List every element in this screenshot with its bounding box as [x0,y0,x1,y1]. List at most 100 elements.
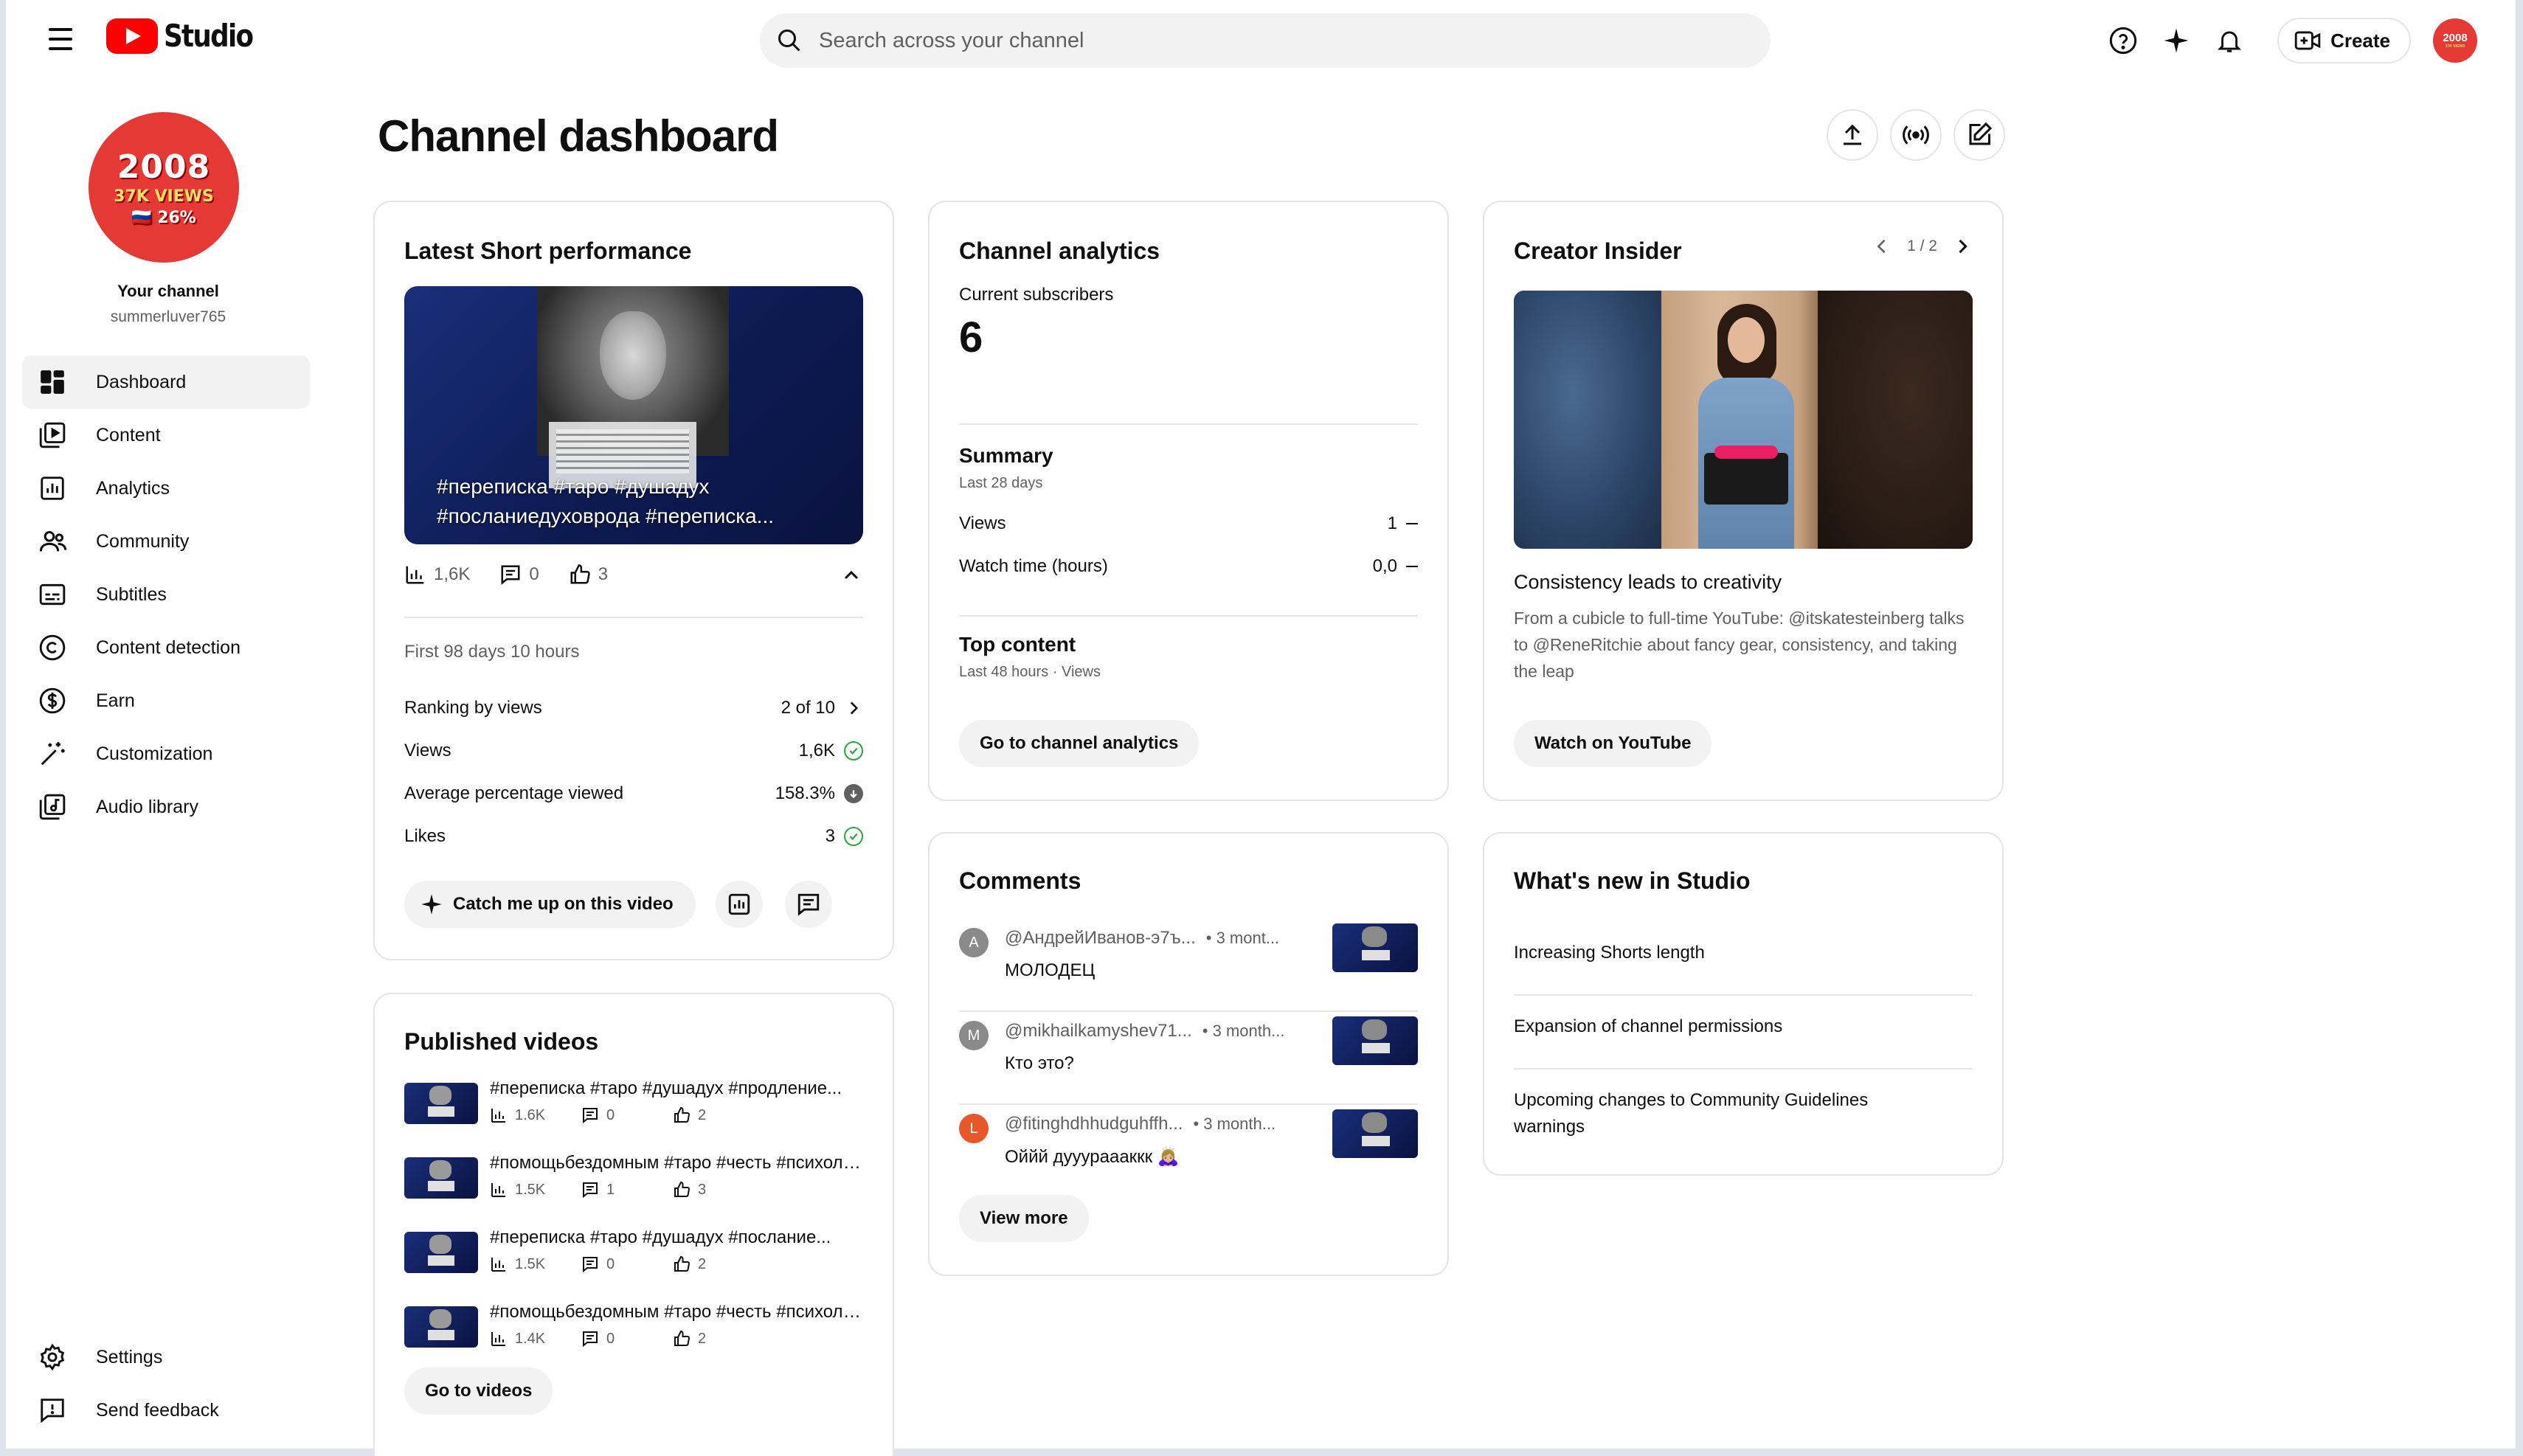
creator-insider-thumbnail[interactable] [1514,291,1973,549]
person-face [1728,317,1765,363]
create-post-button[interactable] [1953,109,2005,161]
catch-me-up-button[interactable]: Catch me up on this video [404,881,696,928]
top-content-title: Top content [959,633,1076,656]
sidebar: 2008 37K VIEWS 🇷🇺 26% Your channel summe… [6,81,330,1449]
help-icon[interactable] [2097,15,2149,66]
thumbs-up-icon [674,1255,690,1272]
sidebar-item-dashboard[interactable]: Dashboard [22,356,310,409]
subtitles-icon [22,580,74,609]
sidebar-item-analytics[interactable]: Analytics [22,462,310,515]
catch-me-up-label: Catch me up on this video [453,894,674,914]
comment-item[interactable]: А @АндрейИванов-э7ъ... • 3 mont... МОЛОДЕ… [959,923,1418,997]
chevron-right-icon [850,701,859,715]
video-comments: 0 [606,1255,615,1272]
published-videos-card: Published videos #переписка #таро #душад… [373,993,894,1456]
upload-button[interactable] [1827,109,1878,161]
search-bar[interactable] [760,13,1771,68]
ranking-label: Ranking by views [404,698,542,718]
video-comments-button[interactable] [785,881,832,928]
comment-icon [583,1182,598,1199]
ranking-row[interactable]: Ranking by views 2 of 10 [404,693,863,723]
chevron-left-icon[interactable] [1872,236,1892,257]
short-thumbnail[interactable]: #переписка #таро #душадух #посланиедухов… [404,286,863,544]
create-label: Create [2330,29,2390,52]
summary-views-value: 1 [1387,513,1397,533]
collapse-chevron-icon[interactable] [840,564,863,591]
video-likes: 3 [698,1181,707,1198]
insider-video-title[interactable]: Consistency leads to creativity [1514,571,1782,594]
views-value: 1,6K [798,741,835,760]
hamburger-menu-icon[interactable] [38,21,83,58]
views-chart-icon [491,1332,505,1346]
watch-on-youtube-button[interactable]: Watch on YouTube [1514,720,1712,767]
magic-wand-icon [22,740,74,768]
whats-new-item[interactable]: Expansion of channel permissions [1514,1013,1973,1040]
whats-new-item[interactable]: Increasing Shorts length [1514,940,1973,966]
account-avatar[interactable]: 2008 37K VIEWS [2433,18,2477,63]
chevron-right-icon[interactable] [1952,236,1973,257]
sidebar-item-audio-library[interactable]: Audio library [22,780,310,833]
comment-item[interactable]: L @fitinghdhhudguhffh... • 3 month... Ойй… [959,1109,1418,1183]
content-icon [22,421,74,449]
insider-video-description: From a cubicle to full-time YouTube: @it… [1514,609,1965,681]
avg-viewed-row: Average percentage viewed 158.3% [404,779,863,808]
comment-item[interactable]: M @mikhailkamyshev71... • 3 month... Кто … [959,1016,1418,1090]
top-bar: Studio Create 2008 37K VIEWS [6,0,2516,81]
go-to-videos-label: Go to videos [425,1381,533,1401]
video-thumbnail [404,1157,478,1199]
sidebar-item-label: Audio library [96,796,198,817]
sidebar-item-send-feedback[interactable]: Send feedback [22,1384,310,1437]
your-channel-label: Your channel [117,282,219,300]
thumbs-up-icon [674,1330,690,1346]
channel-handle: summerluver765 [110,308,226,325]
video-title: #переписка #таро #душадух #послание... [490,1227,831,1247]
video-views: 1.5K [515,1181,546,1198]
summary-period: Last 28 days [959,475,1043,491]
sidebar-item-subtitles[interactable]: Subtitles [22,568,310,621]
dashboard-icon [22,368,74,396]
go-to-channel-analytics-button[interactable]: Go to channel analytics [959,720,1200,767]
go-to-videos-button[interactable]: Go to videos [404,1367,553,1415]
audio-library-icon [22,793,74,821]
commenter-avatar: А [959,928,989,957]
studio-logo[interactable]: Studio [106,18,269,54]
sidebar-item-earn[interactable]: Earn [22,674,310,727]
notifications-bell-icon[interactable] [2204,15,2255,66]
channel-avatar[interactable]: 2008 37K VIEWS 🇷🇺 26% [89,112,239,263]
sparkle-icon[interactable] [2150,15,2202,66]
sidebar-item-community[interactable]: Community [22,515,310,568]
video-views: 1.4K [515,1330,546,1347]
search-input[interactable] [819,28,1704,53]
list-item[interactable]: #переписка #таро #душадух #продление... … [404,1078,863,1137]
create-button[interactable]: Create [2277,18,2411,63]
comment-video-thumbnail [1332,1109,1418,1158]
feedback-icon [22,1396,74,1424]
edit-icon [1969,122,1993,145]
comment-time: • 3 mont... [1205,929,1280,947]
comment-text: Кто это? [1005,1053,1074,1073]
video-title: #помощьбездомным #таро #честь #психолог.… [490,1302,865,1322]
channel-avatar-line2: 37K VIEWS [114,187,214,206]
analytics-icon [22,474,74,502]
list-item[interactable]: #помощьбездомным #таро #честь #психолог.… [404,1153,865,1212]
likes-row: Likes 3 [404,822,863,851]
logo-text: Studio [164,18,254,54]
comment-video-thumbnail [1332,1016,1418,1065]
video-analytics-button[interactable] [716,881,763,928]
comment-icon [583,1257,598,1273]
summary-watch-time-value: 0,0 [1372,556,1397,576]
list-item[interactable]: #помощьбездомным #таро #честь #психолог.… [404,1302,865,1361]
thumbnail-person [1698,304,1794,549]
video-title: #помощьбездомным #таро #честь #психолог.… [490,1153,865,1173]
list-item[interactable]: #переписка #таро #душадух #послание... 1… [404,1227,863,1286]
go-live-button[interactable] [1890,109,1942,161]
sidebar-item-content-detection[interactable]: Content detection [22,621,310,674]
sidebar-item-customization[interactable]: Customization [22,727,310,780]
sidebar-item-content[interactable]: Content [22,409,310,462]
view-more-button[interactable]: View more [959,1195,1089,1242]
whats-new-item[interactable]: Upcoming changes to Community Guidelines… [1514,1087,1927,1140]
comment-icon [583,1331,598,1348]
sidebar-item-settings[interactable]: Settings [22,1331,310,1384]
creator-insider-card: Creator Insider 1 / 2 Consistency leads … [1483,201,2004,801]
summary-views-row: Views 1 [959,509,1418,538]
